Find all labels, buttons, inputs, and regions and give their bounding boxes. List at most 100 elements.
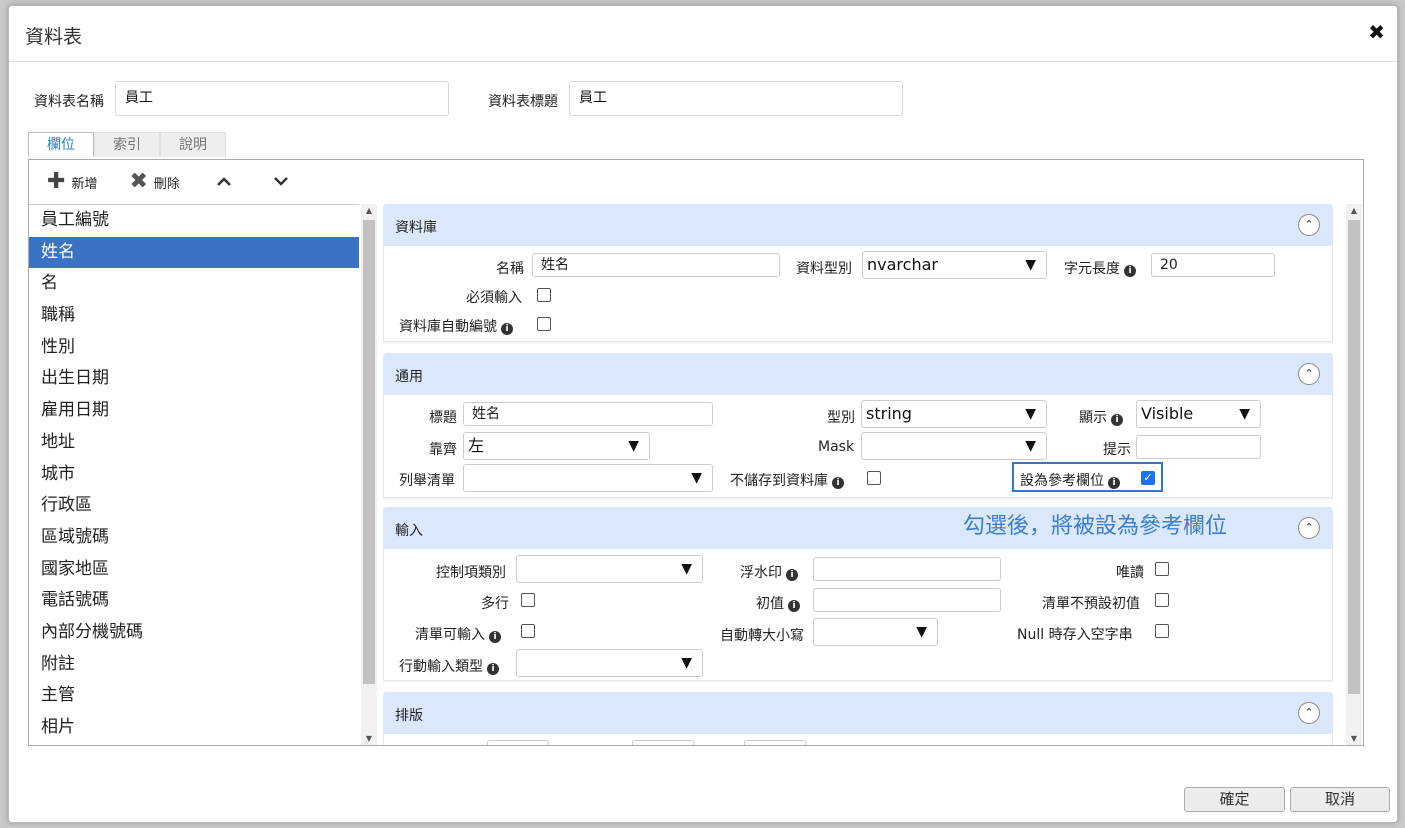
layout-input[interactable]: [744, 740, 806, 745]
enum-select[interactable]: ▼: [463, 464, 713, 492]
list-item[interactable]: 附註: [29, 649, 359, 681]
table-name-label: 資料表名稱: [34, 94, 104, 110]
list-item[interactable]: 性別: [29, 332, 359, 364]
list-item-selected[interactable]: 姓名: [29, 236, 359, 269]
length-label: 字元長度 i: [1064, 258, 1136, 278]
dropdown-icon: ▼: [1025, 438, 1036, 454]
datatype-label: 資料型別: [796, 261, 852, 277]
scroll-up-icon: ▲: [365, 206, 373, 215]
delete-label: 刪除: [153, 176, 180, 192]
mobile-select[interactable]: ▼: [516, 649, 703, 677]
required-checkbox[interactable]: [537, 288, 551, 302]
scrollbar-thumb[interactable]: [363, 220, 375, 684]
list-item[interactable]: 內部分機號碼: [29, 617, 359, 649]
type-select[interactable]: string ▼: [861, 400, 1047, 428]
collapse-toggle-icon[interactable]: ⌃: [1298, 214, 1320, 236]
table-caption-input[interactable]: 員工: [569, 81, 903, 116]
tab-indexes[interactable]: 索引: [94, 132, 160, 157]
list-item[interactable]: 行政區: [29, 490, 359, 522]
length-input[interactable]: 20: [1151, 253, 1275, 277]
align-value: 左: [468, 436, 485, 455]
nodefault-checkbox[interactable]: [1155, 593, 1169, 607]
scrollbar-thumb[interactable]: [1348, 220, 1360, 694]
readonly-checkbox[interactable]: [1155, 562, 1169, 576]
nodefault-label: 清單不預設初值: [1042, 596, 1140, 612]
list-item[interactable]: 相片: [29, 712, 359, 744]
list-item[interactable]: 主管: [29, 680, 359, 712]
close-icon[interactable]: ✖: [1368, 20, 1385, 44]
section-body: 控制項類別 ▼ 浮水印 i 唯讀 多行 初值 i 清單不預設初值 清單可輸入 i 自動…: [383, 549, 1333, 681]
section-header[interactable]: 排版 ⌃: [383, 692, 1333, 734]
delete-field-button[interactable]: ✖ 刪除: [129, 169, 180, 194]
default-input[interactable]: [813, 588, 1001, 612]
nostore-checkbox[interactable]: [867, 471, 881, 485]
plus-icon: ✚: [47, 169, 66, 194]
tab-fields[interactable]: 欄位: [28, 132, 94, 157]
nullempty-checkbox[interactable]: [1155, 624, 1169, 638]
list-item[interactable]: 地址: [29, 427, 359, 459]
case-label: 自動轉大小寫: [720, 628, 804, 644]
mask-select[interactable]: ▼: [861, 432, 1047, 460]
ok-button[interactable]: 確定: [1184, 787, 1285, 812]
list-item[interactable]: 雇用日期: [29, 395, 359, 427]
section-header[interactable]: 輸入 勾選後，將被設為參考欄位 ⌃: [383, 507, 1333, 549]
info-icon: i: [1108, 477, 1120, 489]
ref-checkbox[interactable]: ✓: [1141, 471, 1155, 485]
type-label: 型別: [827, 410, 855, 426]
info-icon: i: [1111, 414, 1123, 426]
table-name-input[interactable]: 員工: [115, 81, 449, 116]
list-item[interactable]: 城市: [29, 459, 359, 491]
case-select[interactable]: ▼: [813, 618, 938, 646]
dropdown-icon: ▼: [681, 655, 692, 671]
layout-input[interactable]: [487, 740, 549, 745]
annotation-text: 勾選後，將被設為參考欄位: [963, 514, 1228, 539]
caption-input[interactable]: 姓名: [463, 402, 713, 426]
db-name-input[interactable]: 姓名: [532, 253, 780, 277]
display-value: Visible: [1141, 404, 1194, 423]
add-label: 新增: [71, 176, 98, 192]
property-panel: 資料庫 ⌃ 名稱 姓名 資料型別 nvarchar ▼ 字元長度 i 20 必須輸入…: [383, 204, 1333, 745]
move-up-button[interactable]: [212, 174, 236, 190]
datatype-select[interactable]: nvarchar ▼: [862, 251, 1047, 279]
multiline-checkbox[interactable]: [521, 593, 535, 607]
section-header[interactable]: 通用 ⌃: [383, 353, 1333, 395]
readonly-label: 唯讀: [1116, 565, 1144, 581]
add-field-button[interactable]: ✚ 新增: [47, 169, 98, 194]
list-item[interactable]: 區域號碼: [29, 522, 359, 554]
tab-description[interactable]: 說明: [160, 132, 226, 157]
dropdown-icon: ▼: [1025, 257, 1036, 273]
list-item[interactable]: 員工編號: [29, 205, 359, 237]
list-item[interactable]: 出生日期: [29, 363, 359, 395]
list-item[interactable]: 電話號碼: [29, 585, 359, 617]
section-header[interactable]: 資料庫 ⌃: [383, 204, 1333, 246]
align-select[interactable]: 左 ▼: [463, 432, 650, 460]
default-label: 初值 i: [756, 593, 800, 613]
field-list-scrollbar[interactable]: ▲ ▼: [361, 204, 377, 745]
nullempty-label: Null 時存入空字串: [1017, 627, 1133, 643]
control-select[interactable]: ▼: [516, 555, 703, 583]
list-item[interactable]: 職稱: [29, 300, 359, 332]
autonum-checkbox[interactable]: [537, 317, 551, 331]
list-item[interactable]: 名: [29, 268, 359, 300]
cancel-button[interactable]: 取消: [1290, 787, 1390, 812]
hint-input[interactable]: [1136, 435, 1261, 459]
collapse-toggle-icon[interactable]: ⌃: [1298, 517, 1320, 539]
scroll-down-icon: ▼: [1350, 734, 1358, 743]
dropdown-icon: ▼: [1239, 406, 1250, 422]
property-panel-scrollbar[interactable]: ▲ ▼: [1346, 204, 1362, 745]
move-down-button[interactable]: [269, 174, 293, 190]
list-item[interactable]: 國家地區: [29, 554, 359, 586]
tab-bar: 欄位 索引 說明: [28, 132, 226, 157]
watermark-input[interactable]: [813, 557, 1001, 581]
multiline-label: 多行: [481, 596, 509, 612]
listinput-checkbox[interactable]: [521, 624, 535, 638]
info-icon: i: [1124, 265, 1136, 277]
x-icon: ✖: [129, 169, 148, 194]
dropdown-icon: ▼: [916, 624, 927, 640]
display-select[interactable]: Visible ▼: [1136, 400, 1261, 428]
layout-input[interactable]: [632, 740, 694, 745]
collapse-toggle-icon[interactable]: ⌃: [1298, 363, 1320, 385]
dialog-title: 資料表: [25, 26, 83, 48]
collapse-toggle-icon[interactable]: ⌃: [1298, 702, 1320, 724]
autonum-label: 資料庫自動編號 i: [399, 316, 513, 336]
